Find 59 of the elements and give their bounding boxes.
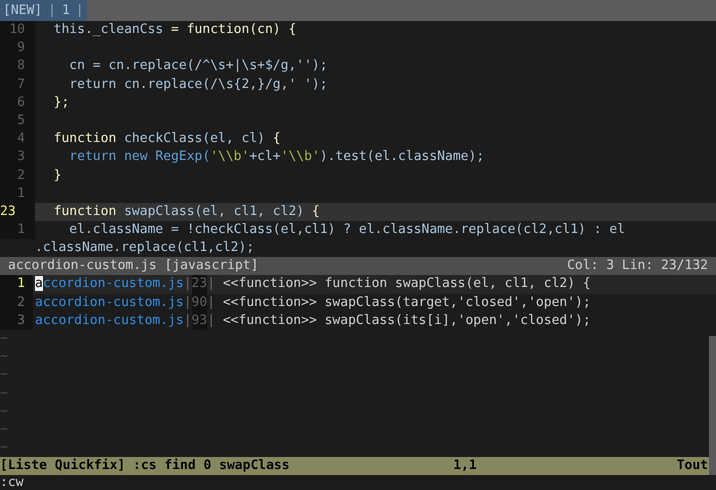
empty-line-marker: ~ xyxy=(0,348,8,366)
file-name[interactable]: accordion-custom.js xyxy=(35,275,184,294)
window-title: [Liste Quickfix] :cs find 0 swapClass xyxy=(0,457,290,476)
line-number: 5 xyxy=(0,112,35,130)
tab-separator: | xyxy=(45,0,59,21)
line-number: 1 xyxy=(0,275,33,294)
empty-line-marker: ~ xyxy=(0,384,8,403)
line-number: 1 xyxy=(0,184,35,203)
separator: | xyxy=(207,312,216,330)
code-line: } xyxy=(52,166,62,184)
code-line: return new RegExp('\\b'+cl+'\\b').test(el.className); xyxy=(68,148,484,166)
line-number: 7 xyxy=(0,76,35,94)
scrollbar[interactable] xyxy=(709,336,716,475)
separator: | xyxy=(207,294,216,312)
match-line-number: 23 xyxy=(192,275,208,294)
match-text: <<function>> swapClass(its[i],'open','closed'); xyxy=(222,312,591,330)
tab[interactable]: [NEW] xyxy=(0,0,46,21)
empty-line-marker: ~ xyxy=(0,439,8,458)
text-cursor: a xyxy=(35,276,43,292)
file-name[interactable]: accordion-custom.js xyxy=(35,294,184,312)
empty-line-marker: ~ xyxy=(0,420,8,439)
line-number: 23 xyxy=(0,202,35,222)
line-number: 8 xyxy=(0,57,35,76)
line-number: 3 xyxy=(0,148,35,166)
cursor-position: 1,1 xyxy=(453,457,477,476)
code-line: function checkClass(el, cl) { xyxy=(52,130,281,148)
tab[interactable]: 1 xyxy=(58,0,73,21)
match-text: <<function>> function swapClass(el, cl1, cl2) { xyxy=(222,275,591,294)
empty-line-marker: ~ xyxy=(0,366,8,384)
line-number: 9 xyxy=(0,39,35,58)
code-line: .className.replace(cl1,cl2); xyxy=(35,239,254,258)
line-number: 3 xyxy=(0,312,33,330)
code-line: return cn.replace(/\s{2,}/g,' '); xyxy=(68,76,328,94)
command-line[interactable]: :cw xyxy=(0,475,24,490)
code-line: this._cleanCss = function(cn) { xyxy=(52,21,296,39)
code-line: function swapClass(el, cl1, cl2) { xyxy=(52,202,320,221)
code-line: }; xyxy=(52,94,70,112)
line-number: 6 xyxy=(0,94,35,112)
file-name: accordion-custom.js [javascript] xyxy=(8,257,258,276)
separator: | xyxy=(184,275,192,294)
scroll-position: Tout xyxy=(676,457,708,476)
separator: | xyxy=(184,312,192,330)
code-line: cn = cn.replace(/^\s+|\s+$/g,''); xyxy=(68,57,328,76)
file-name[interactable]: accordion-custom.js xyxy=(35,312,184,330)
empty-line-marker: ~ xyxy=(0,330,8,348)
separator: | xyxy=(184,294,192,312)
match-line-number: 90 xyxy=(192,294,208,312)
tab-separator: | xyxy=(72,0,87,21)
match-line-number: 93 xyxy=(192,312,208,330)
line-number: 2 xyxy=(0,294,33,312)
code-line: el.className = !checkClass(el,cl1) ? el.className.replace(cl2,cl1) : el xyxy=(68,221,625,240)
empty-line-marker: ~ xyxy=(0,402,8,421)
cursor-position: Col: 3 Lin: 23/132 xyxy=(567,257,708,276)
line-number: 10 xyxy=(0,21,35,40)
match-text: <<function>> swapClass(target,'closed','open'); xyxy=(222,294,591,312)
line-number: 2 xyxy=(0,166,35,185)
line-number: 1 xyxy=(0,221,35,240)
line-number: 4 xyxy=(0,130,35,148)
separator: | xyxy=(207,275,216,294)
